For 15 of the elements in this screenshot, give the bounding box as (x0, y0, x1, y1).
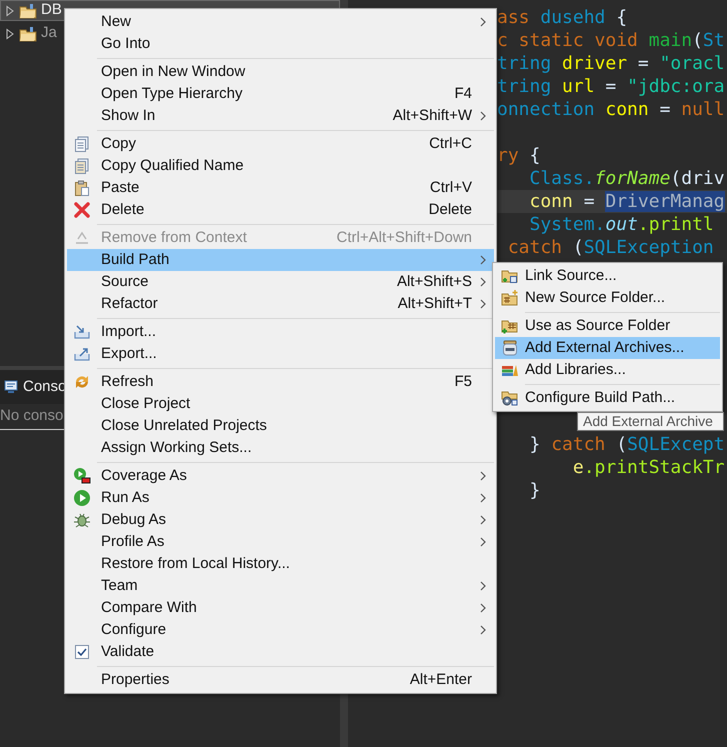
code-line: conn = DriverManag (528, 190, 725, 213)
code-line: c static void main(St (497, 29, 725, 52)
code-line: ass dusehd { (497, 6, 628, 29)
code-line: System.out.printl (528, 213, 714, 236)
code-line: } (528, 479, 540, 502)
code-line: Class.forName(driv (528, 167, 725, 190)
code-line: tring url = "jdbc:ora (497, 75, 725, 98)
code-line: onnection conn = null (497, 98, 725, 121)
code-line: ry { (497, 144, 540, 167)
console-message: No conso (0, 406, 64, 426)
code-line: e.printStackTr (572, 456, 725, 479)
code-line: tring driver = "oracl (497, 52, 725, 75)
tooltip: Add External Archive (577, 412, 724, 431)
code-line: catch (SQLException (506, 236, 714, 259)
code-line: } catch (SQLExcept (528, 433, 725, 456)
